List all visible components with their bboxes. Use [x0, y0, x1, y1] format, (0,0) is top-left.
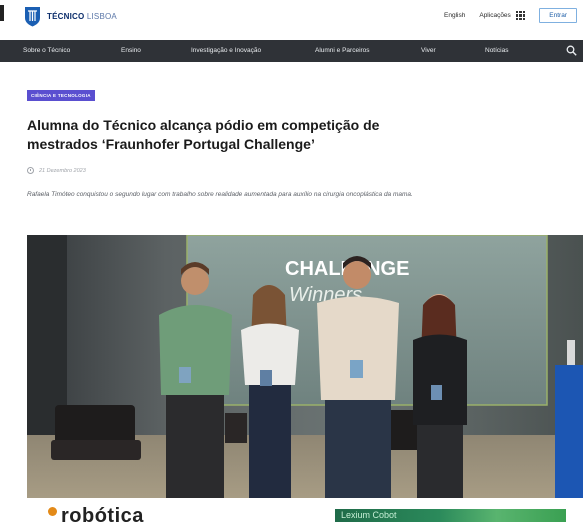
top-bar: TÉCNICO LISBOA English Aplicações Entrar — [0, 0, 583, 34]
nav-item-investigacao[interactable]: Investigação e Inovação — [191, 47, 261, 54]
window-edge-marker — [0, 5, 4, 21]
brand-name: TÉCNICO LISBOA — [47, 12, 117, 21]
article-title: Alumna do Técnico alcança pódio em compe… — [27, 117, 380, 152]
category-badge[interactable]: CIÊNCIA E TECNOLOGIA — [27, 90, 95, 101]
login-button[interactable]: Entrar — [539, 8, 577, 23]
top-utilities: English Aplicações Entrar — [444, 8, 577, 23]
apps-grid-icon — [515, 10, 526, 21]
tecnico-logo[interactable]: TÉCNICO LISBOA — [24, 6, 117, 27]
tecnico-shield-icon — [25, 7, 40, 27]
nav-item-alumni[interactable]: Alumni e Parceiros — [315, 47, 370, 54]
article-photo: CHALLENGE Winners — [27, 235, 583, 498]
article-date: 21 Dezembro 2023 — [27, 167, 86, 174]
robotica-dot-icon — [48, 507, 57, 516]
apps-menu[interactable]: Aplicações — [479, 10, 526, 21]
article-lead: Rafaela Timóteo conquistou o segundo lug… — [27, 191, 413, 198]
main-nav: Sobre o Técnico Ensino Investigação e In… — [0, 40, 583, 62]
lexium-cobot-text: Lexium Cobot — [341, 510, 397, 520]
winners-photo-illustration: CHALLENGE Winners — [27, 235, 583, 498]
clock-icon — [27, 167, 34, 174]
lexium-cobot-banner[interactable]: Lexium Cobot — [335, 509, 566, 522]
date-text: 21 Dezembro 2023 — [39, 167, 86, 174]
robotica-logo[interactable]: robótica — [48, 505, 144, 528]
nav-item-viver[interactable]: Viver — [421, 47, 436, 54]
apps-label: Aplicações — [479, 12, 511, 19]
robotica-text: robótica — [61, 505, 144, 527]
language-link[interactable]: English — [444, 12, 465, 19]
nav-item-noticias[interactable]: Notícias — [485, 47, 508, 54]
nav-item-sobre[interactable]: Sobre o Técnico — [23, 47, 70, 54]
search-icon[interactable] — [566, 45, 577, 56]
nav-item-ensino[interactable]: Ensino — [121, 47, 141, 54]
